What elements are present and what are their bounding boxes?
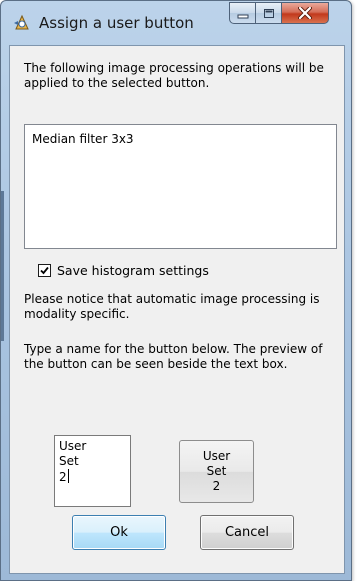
text-caret <box>67 469 69 483</box>
preview-button[interactable]: User Set 2 <box>179 440 254 503</box>
close-icon <box>298 4 312 23</box>
window-title: Assign a user button <box>39 14 194 32</box>
minimize-icon <box>237 4 249 23</box>
save-histogram-label[interactable]: Save histogram settings <box>57 263 209 278</box>
list-item[interactable]: Median filter 3x3 <box>32 132 134 147</box>
maximize-button[interactable] <box>256 2 282 24</box>
operations-list[interactable]: Median filter 3x3 <box>24 124 337 249</box>
name-line-1: User <box>59 439 87 453</box>
preview-line-3: 2 <box>212 479 221 493</box>
app-icon <box>13 14 31 32</box>
maximize-icon <box>263 4 275 23</box>
title-bar[interactable]: Assign a user button <box>1 1 353 45</box>
minimize-button[interactable] <box>229 2 256 24</box>
close-button[interactable] <box>282 2 329 24</box>
name-line-3: 2 <box>59 470 67 484</box>
preview-line-2: Set <box>206 464 227 478</box>
cancel-button[interactable]: Cancel <box>200 515 294 550</box>
name-line-2: Set <box>59 454 79 468</box>
check-mark-icon <box>40 266 49 275</box>
button-name-input[interactable]: User Set 2 <box>54 435 131 507</box>
ok-button-label: Ok <box>110 525 128 540</box>
name-instruction-text: Type a name for the button below. The pr… <box>24 342 323 371</box>
intro-text: The following image processing operation… <box>24 61 324 90</box>
caption-buttons <box>229 2 329 24</box>
cancel-button-label: Cancel <box>224 525 270 540</box>
preview-line-1: User <box>202 449 231 463</box>
notice-text: Please notice that automatic image proce… <box>24 292 320 321</box>
background-window-edge <box>1 191 4 341</box>
ok-button[interactable]: Ok <box>72 515 166 550</box>
save-histogram-checkbox[interactable] <box>38 264 51 277</box>
